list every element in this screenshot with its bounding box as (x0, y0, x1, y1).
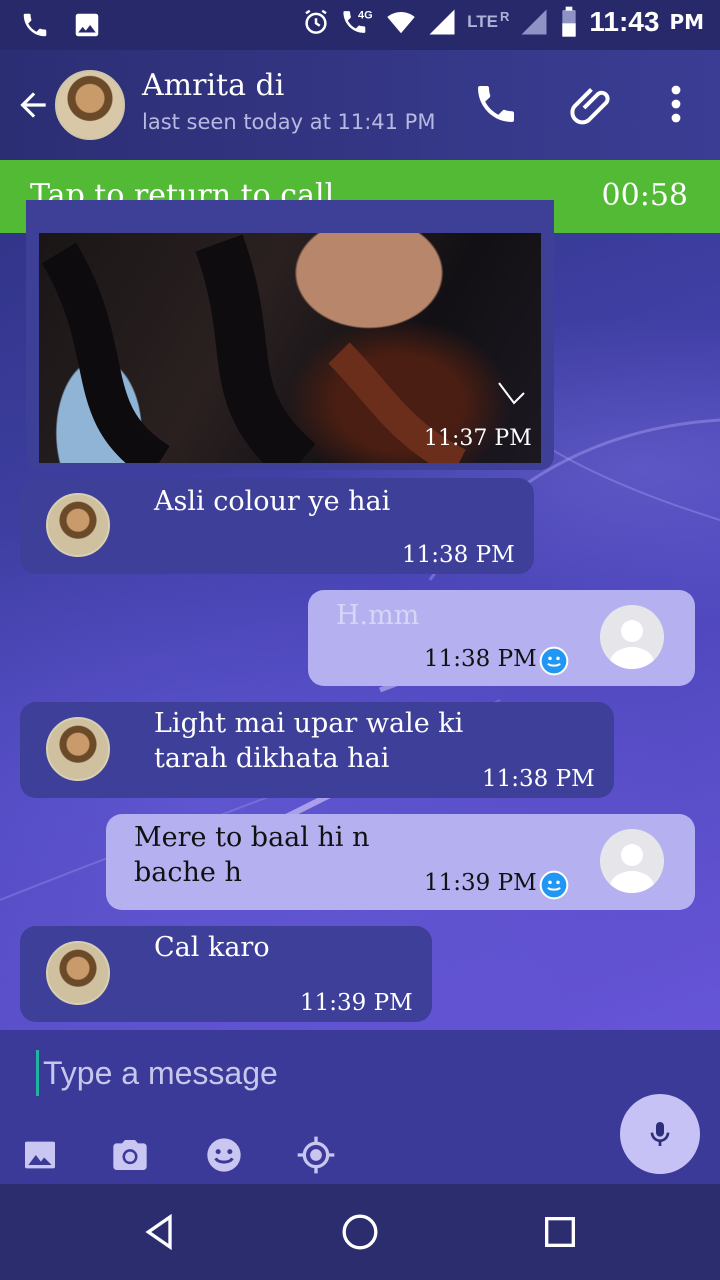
phone-icon[interactable] (472, 80, 520, 128)
contact-name[interactable]: Amrita di (142, 68, 284, 103)
message-timestamp: 11:39 PM (300, 990, 413, 1016)
battery-icon (562, 6, 577, 37)
message-text: Light mai upar wale ki tarah dikhata hai (154, 708, 464, 774)
message-composer (0, 1030, 720, 1184)
volte-call-icon: 4G (343, 9, 373, 33)
message-timestamp: 11:38 PM (424, 646, 537, 672)
message-text: H.mm (336, 600, 420, 631)
my-avatar[interactable] (600, 829, 664, 893)
last-seen-status: last seen today at 11:41 PM (142, 110, 436, 134)
incoming-message-bubble[interactable]: Asli colour ye hai 11:38 PM (20, 478, 534, 574)
message-text: Mere to baal hi n bache h (134, 822, 370, 888)
message-timestamp: 11:37 PM (424, 426, 532, 451)
attachment-icon[interactable] (568, 80, 616, 128)
roaming-label: R (499, 8, 510, 24)
camera-icon[interactable] (110, 1135, 150, 1175)
delivered-smiley-icon (539, 646, 569, 676)
default-person-icon (610, 620, 654, 669)
message-text: Asli colour ye hai (154, 486, 391, 517)
signal-icon (429, 9, 455, 35)
network-type-label: LTE (467, 12, 498, 31)
delivered-smiley-icon (539, 870, 569, 900)
location-icon[interactable] (296, 1135, 336, 1175)
message-timestamp: 11:39 PM (424, 870, 537, 896)
back-arrow-icon[interactable] (14, 86, 52, 124)
recents-nav-icon[interactable] (540, 1212, 580, 1252)
sender-avatar[interactable] (46, 941, 110, 1005)
chat-header: Amrita di last seen today at 11:41 PM (0, 50, 720, 160)
wifi-icon (387, 12, 415, 34)
sender-avatar[interactable] (46, 493, 110, 557)
contact-avatar[interactable] (55, 70, 125, 140)
default-person-icon (610, 844, 654, 893)
alarm-icon (305, 9, 327, 34)
call-timer: 00:58 (601, 178, 688, 213)
emoji-icon[interactable] (204, 1135, 244, 1175)
message-text: Cal karo (154, 932, 270, 963)
clock-time: 11:43 (589, 6, 660, 37)
system-navigation-bar (0, 1184, 720, 1280)
outgoing-message-bubble[interactable]: Mere to baal hi n bache h 11:39 PM (106, 814, 695, 910)
more-vert-icon[interactable] (652, 80, 700, 128)
svg-text:4G: 4G (358, 9, 373, 21)
clock-ampm: PM (669, 10, 704, 34)
gallery-icon[interactable] (20, 1135, 60, 1175)
back-nav-icon[interactable] (140, 1212, 180, 1252)
status-bar: 4G LTE R 11:43 PM (0, 0, 720, 50)
message-timestamp: 11:38 PM (402, 542, 515, 568)
missed-call-icon (23, 13, 47, 37)
image-notification-icon (75, 13, 99, 37)
mic-icon (650, 1122, 670, 1146)
home-nav-icon[interactable] (340, 1212, 380, 1252)
outgoing-message-bubble[interactable]: H.mm 11:38 PM (308, 590, 695, 686)
message-input[interactable] (36, 1050, 583, 1096)
sender-avatar[interactable] (46, 717, 110, 781)
voice-record-button[interactable] (620, 1094, 700, 1174)
message-timestamp: 11:38 PM (482, 766, 595, 792)
my-avatar[interactable] (600, 605, 664, 669)
incoming-message-bubble[interactable]: Cal karo 11:39 PM (20, 926, 432, 1022)
incoming-message-bubble[interactable]: Light mai upar wale ki tarah dikhata hai… (20, 702, 614, 798)
signal-roaming-icon (521, 9, 547, 35)
